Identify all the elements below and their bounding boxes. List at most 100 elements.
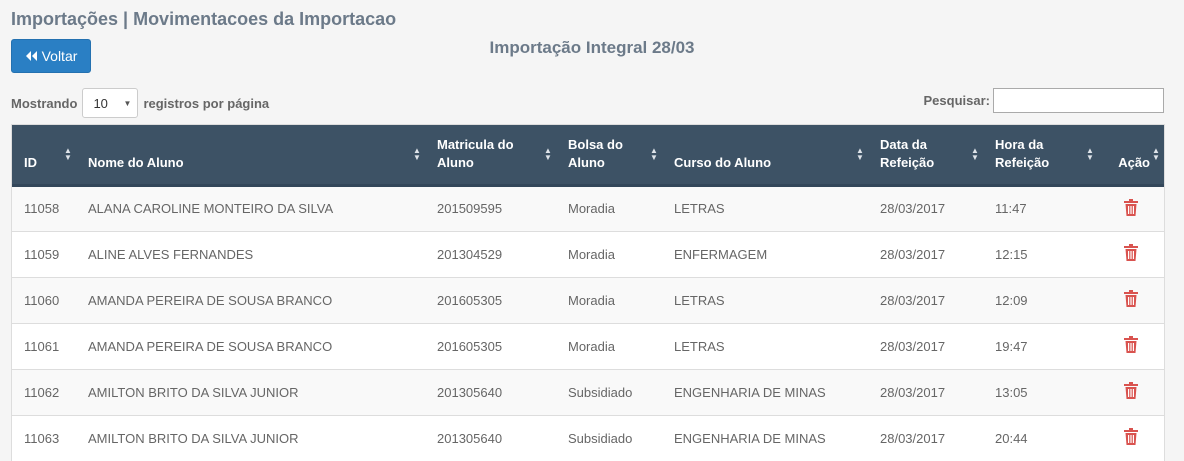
cell-hora: 20:44 <box>995 430 1028 446</box>
cell-acao <box>1098 185 1164 231</box>
cell-bolsa: Subsidiado <box>568 430 633 446</box>
cell-nome: AMANDA PEREIRA DE SOUSA BRANCO <box>88 338 333 354</box>
cell-bolsa: Moradia <box>568 201 615 216</box>
sort-icon[interactable]: ▲ ▼ <box>544 147 552 162</box>
search-control: Pesquisar: <box>924 88 1164 113</box>
cell-matricula: 201605305 <box>437 338 503 354</box>
trash-icon[interactable] <box>1124 244 1138 264</box>
trash-icon[interactable] <box>1124 382 1138 402</box>
cell-nome: ALANA CAROLINE MONTEIRO DA SILVA <box>88 201 334 216</box>
cell-matricula: 201305640 <box>437 430 503 446</box>
cell-curso: ENGENHARIA DE MINAS <box>674 384 826 400</box>
cell-data: 28/03/2017 <box>880 338 946 354</box>
column-header-label: Matricula do <box>437 136 514 152</box>
cell-data: 28/03/2017 <box>880 201 946 216</box>
sort-icon[interactable]: ▲ ▼ <box>1152 147 1160 162</box>
table-row: 11061 AMANDA PEREIRA DE SOUSA BRANCO 20160… <box>12 323 1164 369</box>
column-header-id[interactable]: ID ▲ ▼ <box>12 125 76 187</box>
column-header-label-line2: Refeição <box>995 154 1050 170</box>
sort-icon[interactable]: ▲ ▼ <box>413 147 421 162</box>
cell-matricula: 201304529 <box>437 246 503 262</box>
column-header-data[interactable]: Data da Refeição ▲ ▼ <box>868 125 983 187</box>
length-control: Mostrando 10 ▼ registros por página <box>11 88 269 118</box>
sort-icon[interactable]: ▲ ▼ <box>1086 147 1094 162</box>
column-header-label: Curso do Aluno <box>674 154 772 170</box>
cell-acao <box>1098 369 1164 415</box>
table-row: 11063 AMILTON BRITO DA SILVA JUNIOR 201305… <box>12 415 1164 461</box>
cell-data: 28/03/2017 <box>880 292 946 308</box>
table-row: 11062 AMILTON BRITO DA SILVA JUNIOR 201305… <box>12 369 1164 415</box>
cell-data: 28/03/2017 <box>880 430 946 446</box>
cell-nome: AMANDA PEREIRA DE SOUSA BRANCO <box>88 292 333 308</box>
data-table: ID ▲ ▼ Nome do Aluno ▲ ▼ Matricula do Aluno ▲ ▼ Bo… <box>11 124 1165 461</box>
cell-bolsa: Moradia <box>568 246 615 262</box>
column-header-label: Nome do Aluno <box>88 154 184 170</box>
cell-nome: AMILTON BRITO DA SILVA JUNIOR <box>88 430 299 446</box>
cell-id: 11061 <box>24 338 60 354</box>
column-header-curso[interactable]: Curso do Aluno ▲ ▼ <box>662 125 868 187</box>
column-header-hora[interactable]: Hora da Refeição ▲ ▼ <box>983 125 1098 187</box>
cell-data: 28/03/2017 <box>880 384 946 400</box>
cell-id: 11058 <box>24 201 60 216</box>
cell-matricula: 201509595 <box>437 201 503 216</box>
column-header-label-line2: Refeição <box>880 154 935 170</box>
cell-bolsa: Moradia <box>568 292 615 308</box>
column-header-label: Hora da <box>995 136 1044 152</box>
cell-curso: LETRAS <box>674 292 725 308</box>
cell-id: 11063 <box>24 430 60 446</box>
cell-id: 11060 <box>24 292 60 308</box>
column-header-matricula[interactable]: Matricula do Aluno ▲ ▼ <box>425 125 556 187</box>
cell-curso: LETRAS <box>674 338 725 354</box>
column-header-label: Data da <box>880 136 927 152</box>
sort-icon[interactable]: ▲ ▼ <box>971 147 979 162</box>
length-prefix: Mostrando <box>11 95 78 111</box>
column-header-label: Bolsa do <box>568 136 623 152</box>
trash-icon[interactable] <box>1124 428 1138 448</box>
trash-icon[interactable] <box>1124 198 1138 219</box>
column-header-nome[interactable]: Nome do Aluno ▲ ▼ <box>76 125 425 187</box>
cell-id: 11062 <box>24 384 60 400</box>
table-row: 11059 ALINE ALVES FERNANDES 201304529 Morad… <box>12 231 1164 277</box>
sort-icon[interactable]: ▲ ▼ <box>64 147 72 162</box>
cell-id: 11059 <box>24 246 60 262</box>
cell-acao <box>1098 277 1164 323</box>
column-header-bolsa[interactable]: Bolsa do Aluno ▲ ▼ <box>556 125 662 187</box>
length-suffix: registros por página <box>143 95 270 111</box>
table-row: 11060 AMANDA PEREIRA DE SOUSA BRANCO 20160… <box>12 277 1164 323</box>
cell-nome: AMILTON BRITO DA SILVA JUNIOR <box>88 384 299 400</box>
cell-acao <box>1098 323 1164 369</box>
chevron-down-icon: ▼ <box>123 98 132 108</box>
cell-curso: ENFERMAGEM <box>674 246 768 262</box>
page-size-select[interactable]: 10 ▼ <box>82 88 139 118</box>
cell-acao <box>1098 231 1164 277</box>
page-size-value: 10 <box>93 95 108 111</box>
cell-hora: 19:47 <box>995 338 1028 354</box>
trash-icon[interactable] <box>1124 290 1138 310</box>
cell-nome: ALINE ALVES FERNANDES <box>88 246 254 262</box>
sort-icon[interactable]: ▲ ▼ <box>650 147 658 162</box>
cell-bolsa: Moradia <box>568 338 615 354</box>
sort-icon[interactable]: ▲ ▼ <box>856 147 864 162</box>
cell-hora: 12:09 <box>995 292 1028 308</box>
table-header-row: ID ▲ ▼ Nome do Aluno ▲ ▼ Matricula do Aluno ▲ ▼ Bo… <box>12 125 1164 187</box>
cell-matricula: 201605305 <box>437 292 503 308</box>
search-input[interactable] <box>993 88 1164 113</box>
cell-hora: 12:15 <box>995 246 1028 262</box>
import-title: Importação Integral 28/03 <box>489 38 695 57</box>
column-header-label: Ação <box>1118 154 1150 170</box>
page-title: Importações | Movimentacoes da Importaca… <box>11 9 397 29</box>
column-header-label-line2: Aluno <box>568 154 605 170</box>
cell-curso: ENGENHARIA DE MINAS <box>674 430 826 446</box>
column-header-acao[interactable]: Ação ▲ ▼ <box>1098 125 1164 187</box>
cell-hora: 11:47 <box>995 201 1027 216</box>
cell-bolsa: Subsidiado <box>568 384 633 400</box>
column-header-label-line2: Aluno <box>437 154 474 170</box>
search-label: Pesquisar: <box>923 93 990 108</box>
cell-curso: LETRAS <box>674 201 725 216</box>
cell-acao <box>1098 415 1164 461</box>
cell-matricula: 201305640 <box>437 384 503 400</box>
trash-icon[interactable] <box>1124 336 1138 356</box>
table-row: 11058 ALANA CAROLINE MONTEIRO DA SILVA 201… <box>12 185 1164 231</box>
cell-hora: 13:05 <box>995 384 1028 400</box>
cell-data: 28/03/2017 <box>880 246 946 262</box>
